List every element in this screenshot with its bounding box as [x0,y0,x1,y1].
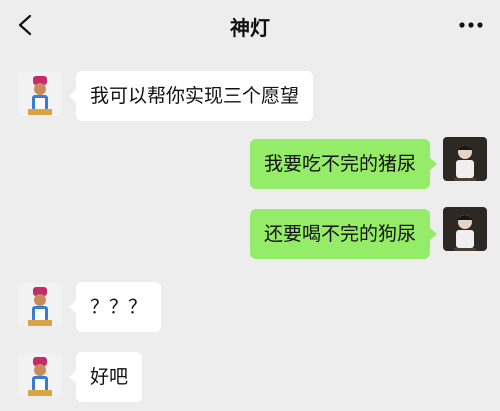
genie-avatar[interactable] [18,72,62,116]
message-bubble-incoming: 我可以帮你实现三个愿望 [68,71,314,121]
chat-title: 神灯 [230,16,270,40]
message-bubble-outgoing: 还要喝不完的狗尿 [249,209,438,259]
chat-header: 神灯 [0,0,500,50]
genie-avatar[interactable] [18,353,62,397]
message-bubble-incoming: 好吧 [68,352,143,402]
user-avatar[interactable] [443,207,487,251]
genie-avatar[interactable] [18,283,62,327]
user-avatar[interactable] [443,137,487,181]
message-bubble-incoming: ？？？ [68,282,162,332]
message-bubble-outgoing: 我要吃不完的猪尿 [249,139,438,189]
more-dots-icon[interactable] [458,14,484,36]
